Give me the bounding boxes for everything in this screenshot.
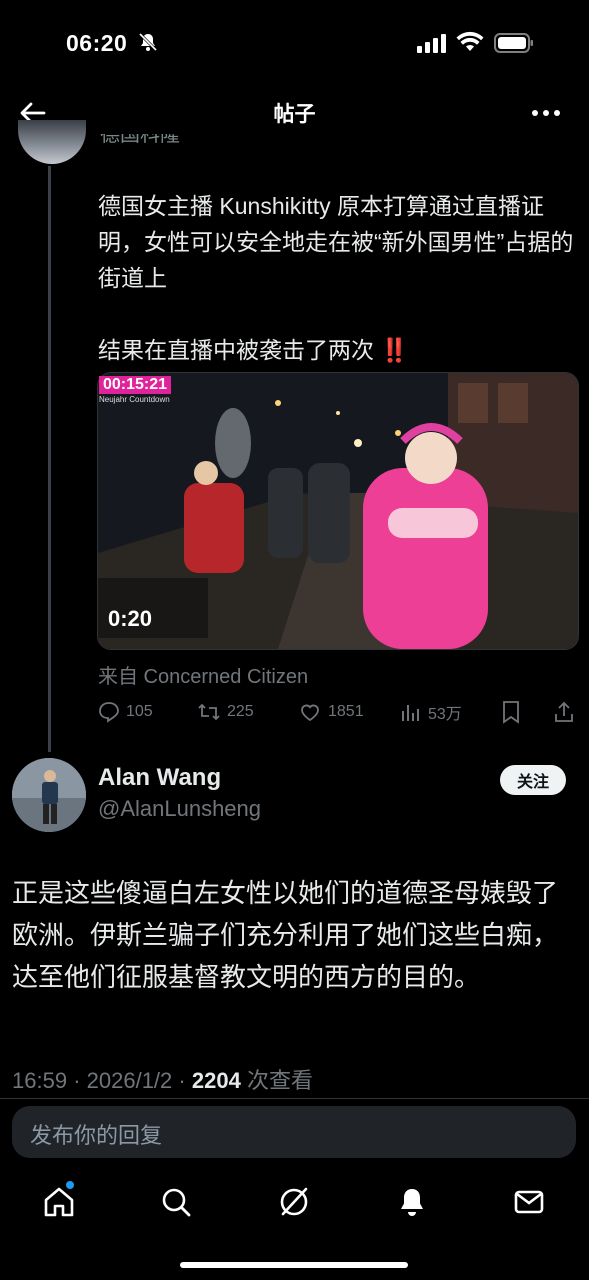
grok-icon[interactable] (277, 1185, 311, 1219)
post-meta: 16:59 · 2026/1/2 · 2204 次查看 (12, 1063, 313, 1095)
video-stream-timestamp: 00:15:21 (99, 376, 172, 394)
heart-icon (301, 704, 319, 722)
meta-separator: · (73, 1068, 87, 1093)
home-notification-dot (66, 1181, 74, 1189)
views-action[interactable]: 53万 (400, 700, 462, 724)
repost-count: 225 (227, 703, 254, 720)
author-name[interactable]: Alan Wang (98, 764, 221, 792)
video-duration: 0:20 (108, 606, 153, 631)
more-options-icon[interactable] (530, 103, 562, 123)
parent-post-avatar[interactable] (18, 120, 86, 164)
follow-button[interactable]: 关注 (500, 765, 566, 795)
search-icon[interactable] (159, 1185, 193, 1219)
video-overlay-caption: Neujahr Countdown (99, 395, 170, 404)
divider (0, 1098, 589, 1099)
like-action[interactable]: 1851 (298, 700, 364, 724)
like-count: 1851 (328, 703, 364, 720)
reply-count: 105 (126, 703, 153, 720)
video-scene-illustration (98, 373, 578, 649)
post-view-count: 2204 (191, 1068, 241, 1093)
analytics-icon (402, 705, 419, 721)
post-source-attribution[interactable]: 来自 Concerned Citizen (98, 660, 308, 689)
messages-icon[interactable] (512, 1185, 546, 1219)
author-avatar[interactable] (12, 758, 86, 832)
author-handle[interactable]: @AlanLunsheng (98, 796, 261, 822)
home-indicator (180, 1262, 408, 1268)
page-title: 帖子 (273, 103, 316, 126)
post-time: 16:59 (12, 1068, 68, 1093)
repost-icon (198, 703, 220, 721)
post-view-label: 次查看 (246, 1068, 313, 1093)
view-count: 53万 (428, 706, 462, 723)
wifi-icon (456, 31, 484, 51)
notifications-icon[interactable] (395, 1185, 429, 1219)
post-date: 2026/1/2 (86, 1068, 173, 1093)
bookmark-icon[interactable] (500, 700, 522, 724)
post-text: 正是这些傻逼白左女性以她们的道德圣母婊毁了欧洲。伊斯兰骗子们充分利用了她们这些白… (12, 878, 559, 992)
home-icon[interactable] (42, 1185, 76, 1219)
avatar-photo (12, 758, 86, 832)
video-thumbnail[interactable] (97, 372, 579, 650)
status-time: 06:20 (66, 30, 128, 56)
parent-post-text: 德国女主播 Kunshikitty 原本打算通过直播证明，女性可以安全地走在被“… (98, 193, 574, 363)
battery-icon (494, 33, 533, 53)
reply-icon (99, 702, 119, 723)
repost-action[interactable]: 225 (197, 700, 254, 724)
reply-input-placeholder: 发布你的回复 (30, 1123, 163, 1148)
thread-connector-line (48, 166, 51, 752)
bell-muted-icon (138, 32, 158, 52)
cellular-signal-icon (417, 34, 446, 53)
share-icon[interactable] (553, 700, 575, 724)
meta-separator: · (178, 1068, 192, 1093)
reply-action[interactable]: 105 (98, 700, 153, 724)
